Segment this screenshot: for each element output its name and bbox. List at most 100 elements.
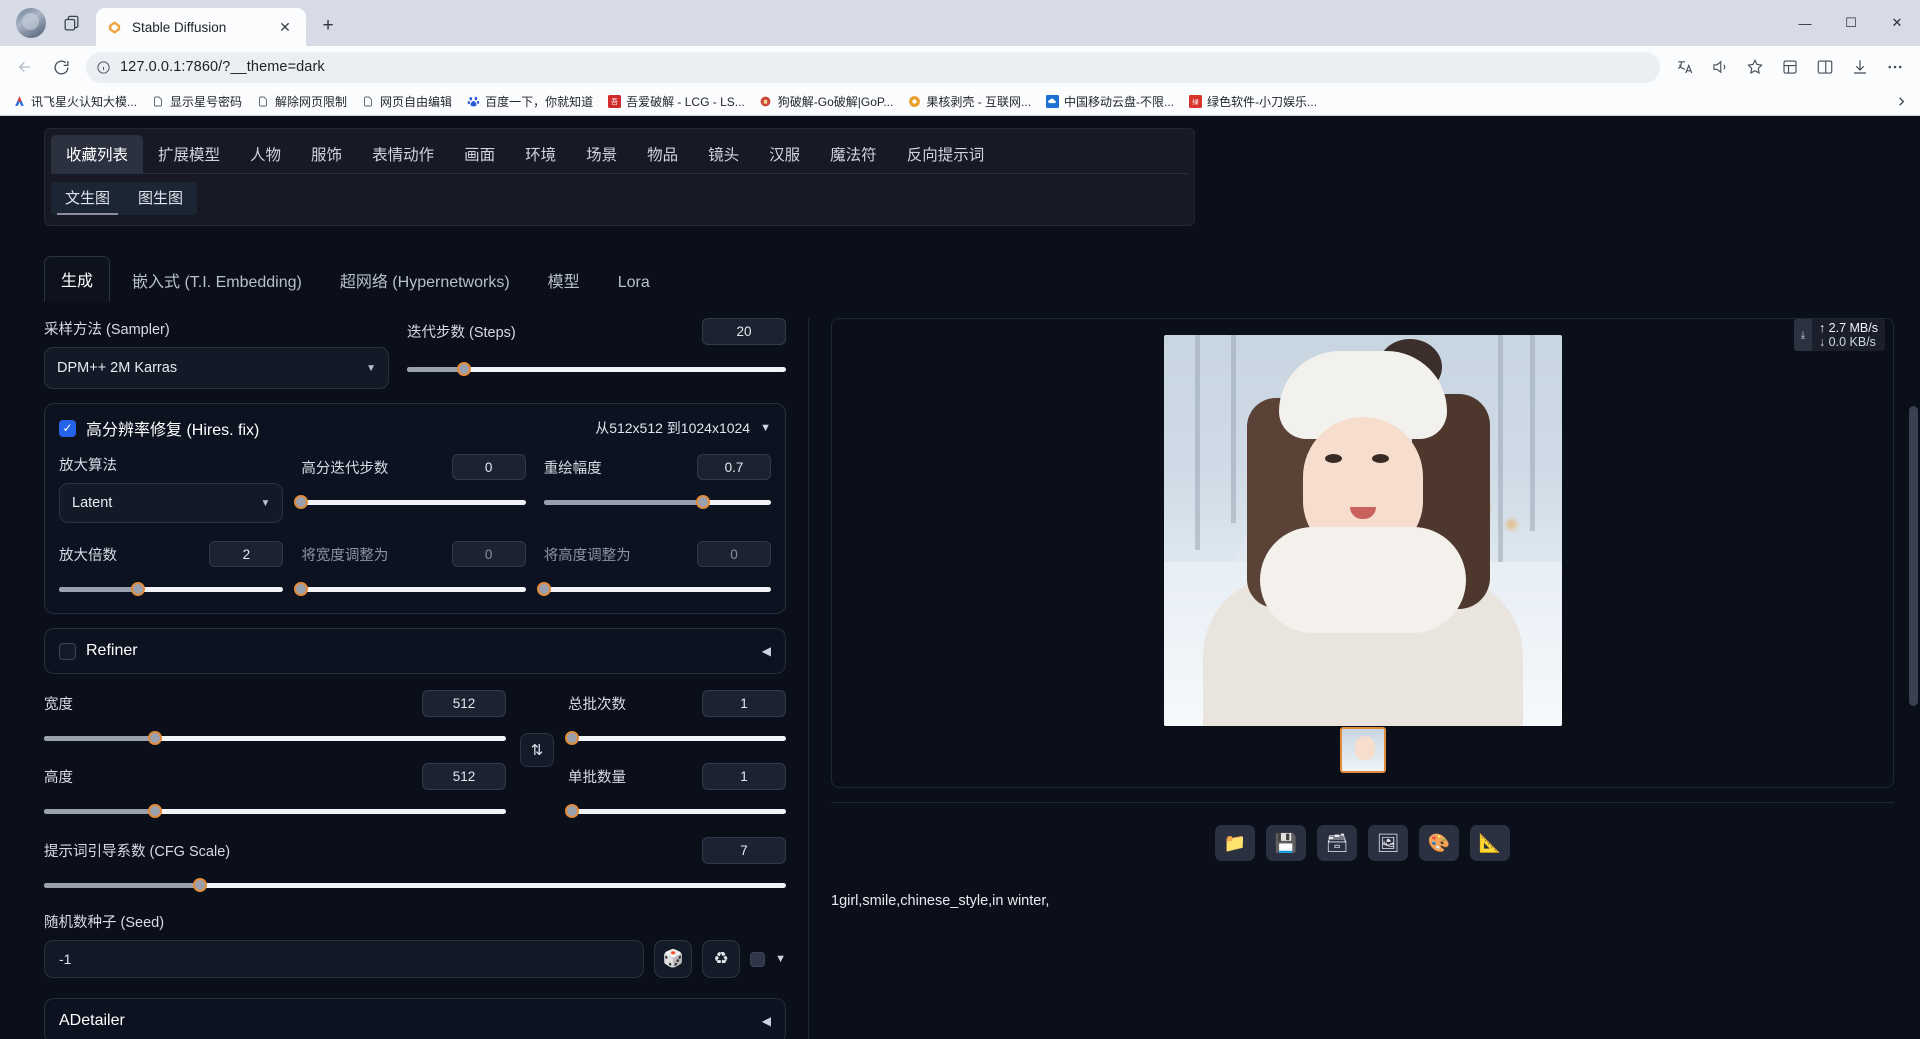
- recycle-icon[interactable]: ♻: [702, 940, 741, 978]
- new-tab-button[interactable]: +: [314, 12, 342, 40]
- category-tab-expression[interactable]: 表情动作: [357, 135, 449, 173]
- send-to-extras-button[interactable]: 📐: [1470, 825, 1510, 861]
- slider-thumb[interactable]: [294, 582, 309, 596]
- bookmark-item[interactable]: 狗破解-Go破解|GoP...: [753, 90, 900, 113]
- close-window-button[interactable]: ✕: [1874, 0, 1920, 46]
- resize-width-value[interactable]: 0: [451, 541, 526, 567]
- denoise-slider[interactable]: [543, 494, 772, 510]
- swap-dimensions-icon[interactable]: ⇅: [520, 733, 554, 767]
- denoise-value[interactable]: 0.7: [697, 454, 772, 480]
- bookmark-item[interactable]: 讯飞星火认知大模...: [6, 90, 143, 113]
- site-info-icon[interactable]: [96, 60, 111, 75]
- translate-icon[interactable]: [1668, 51, 1702, 83]
- hires-steps-value[interactable]: 0: [451, 454, 526, 480]
- height-value[interactable]: 512: [422, 763, 506, 790]
- maximize-button[interactable]: ☐: [1828, 0, 1874, 46]
- steps-value[interactable]: 20: [702, 318, 786, 345]
- refiner-checkbox[interactable]: [59, 642, 76, 660]
- category-tab-clothing[interactable]: 服饰: [296, 135, 357, 173]
- upscale-by-value[interactable]: 2: [209, 541, 284, 567]
- bookmark-item[interactable]: 百度一下，你就知道: [460, 90, 599, 113]
- tab-lora[interactable]: Lora: [602, 264, 666, 302]
- sampler-dropdown[interactable]: DPM++ 2M Karras ▼: [44, 347, 389, 389]
- zip-button[interactable]: 🗃: [1317, 825, 1357, 861]
- extra-seed-checkbox[interactable]: [750, 951, 766, 967]
- resize-height-slider[interactable]: [536, 581, 772, 597]
- height-slider[interactable]: [44, 803, 506, 819]
- slider-thumb[interactable]: [565, 804, 580, 818]
- close-icon[interactable]: ✕: [274, 16, 296, 38]
- send-to-inpaint-button[interactable]: 🎨: [1419, 825, 1459, 861]
- reload-icon[interactable]: [44, 51, 78, 83]
- batch-count-slider[interactable]: [565, 730, 786, 746]
- category-tab-favorites[interactable]: 收藏列表: [51, 135, 144, 173]
- batch-size-slider[interactable]: [565, 803, 786, 819]
- slider-thumb[interactable]: [147, 731, 162, 745]
- steps-slider[interactable]: [407, 361, 786, 377]
- resize-height-value[interactable]: 0: [697, 541, 772, 567]
- chevron-down-icon[interactable]: ▼: [760, 422, 771, 434]
- star-icon[interactable]: [1738, 51, 1772, 83]
- bookmark-item[interactable]: 果核剥壳 - 互联网...: [901, 90, 1037, 113]
- send-to-img2img-button[interactable]: 🖼: [1368, 825, 1408, 861]
- back-arrow-icon[interactable]: [8, 51, 42, 83]
- gallery-thumbnail[interactable]: [1339, 727, 1386, 773]
- slider-thumb[interactable]: [536, 582, 551, 596]
- category-tab-hanfu[interactable]: 汉服: [754, 135, 815, 173]
- cfg-slider[interactable]: [44, 877, 786, 893]
- slider-thumb[interactable]: [565, 731, 580, 745]
- collections-icon[interactable]: [1773, 51, 1807, 83]
- seed-input[interactable]: -1: [44, 940, 645, 978]
- chevron-right-icon[interactable]: [1888, 94, 1914, 109]
- hires-fix-checkbox[interactable]: ✓: [59, 419, 76, 437]
- width-slider[interactable]: [44, 730, 506, 746]
- read-aloud-icon[interactable]: [1703, 51, 1737, 83]
- category-tab-negative[interactable]: 反向提示词: [892, 135, 1000, 173]
- page-scrollbar[interactable]: [1909, 226, 1918, 846]
- bookmark-item[interactable]: 绿绿色软件-小刀娱乐...: [1182, 90, 1323, 113]
- slider-thumb[interactable]: [192, 878, 207, 892]
- chevron-left-icon[interactable]: ◀: [762, 1014, 771, 1028]
- more-options-icon[interactable]: [1878, 51, 1912, 83]
- bookmark-item[interactable]: 显示星号密码: [145, 90, 248, 113]
- batch-size-value[interactable]: 1: [702, 763, 786, 790]
- subtab-img2img[interactable]: 图生图: [124, 182, 197, 215]
- split-screen-icon[interactable]: [1808, 51, 1842, 83]
- scrollbar-thumb[interactable]: [1909, 406, 1918, 706]
- save-button[interactable]: 💾: [1266, 825, 1306, 861]
- minimize-button[interactable]: —: [1782, 0, 1828, 46]
- chevron-down-icon[interactable]: ▼: [775, 953, 786, 965]
- dice-icon[interactable]: 🎲: [654, 940, 693, 978]
- width-value[interactable]: 512: [422, 690, 506, 717]
- generated-image[interactable]: [1163, 335, 1562, 726]
- adetailer-accordion[interactable]: ADetailer ◀: [44, 998, 786, 1039]
- category-tab-extensions[interactable]: 扩展模型: [143, 135, 235, 173]
- hires-steps-slider[interactable]: [294, 494, 526, 510]
- category-tab-scene[interactable]: 场景: [571, 135, 632, 173]
- resize-width-slider[interactable]: [294, 581, 526, 597]
- address-bar[interactable]: 127.0.0.1:7860/?__theme=dark: [86, 51, 1660, 83]
- chevron-left-icon[interactable]: ◀: [762, 644, 771, 658]
- profile-avatar[interactable]: [16, 8, 46, 38]
- tab-checkpoints[interactable]: 模型: [532, 258, 596, 302]
- image-preview-panel[interactable]: ⤓ ↑ 2.7 MB/s ↓ 0.0 KB/s: [831, 318, 1894, 788]
- category-tab-camera[interactable]: 镜头: [693, 135, 754, 173]
- bookmark-item[interactable]: 解除网页限制: [250, 90, 353, 113]
- category-tab-environment[interactable]: 环境: [510, 135, 571, 173]
- bookmark-item[interactable]: 吾吾爱破解 - LCG - LS...: [601, 90, 751, 113]
- tab-generate[interactable]: 生成: [44, 256, 111, 302]
- slider-thumb[interactable]: [130, 582, 145, 596]
- category-tab-object[interactable]: 物品: [632, 135, 693, 173]
- browser-tab[interactable]: Stable Diffusion ✕: [96, 8, 306, 46]
- subtab-txt2img[interactable]: 文生图: [51, 182, 124, 215]
- category-tab-character[interactable]: 人物: [235, 135, 296, 173]
- tab-hypernetworks[interactable]: 超网络 (Hypernetworks): [324, 258, 526, 302]
- upscaler-dropdown[interactable]: Latent ▼: [59, 483, 284, 523]
- downloads-icon[interactable]: [1843, 51, 1877, 83]
- slider-thumb[interactable]: [294, 495, 309, 509]
- refiner-accordion[interactable]: Refiner ◀: [44, 628, 786, 674]
- slider-thumb[interactable]: [695, 495, 710, 509]
- tab-search-icon[interactable]: [56, 8, 86, 38]
- slider-thumb[interactable]: [456, 362, 471, 376]
- bookmark-item[interactable]: 中国移动云盘-不限...: [1039, 90, 1180, 113]
